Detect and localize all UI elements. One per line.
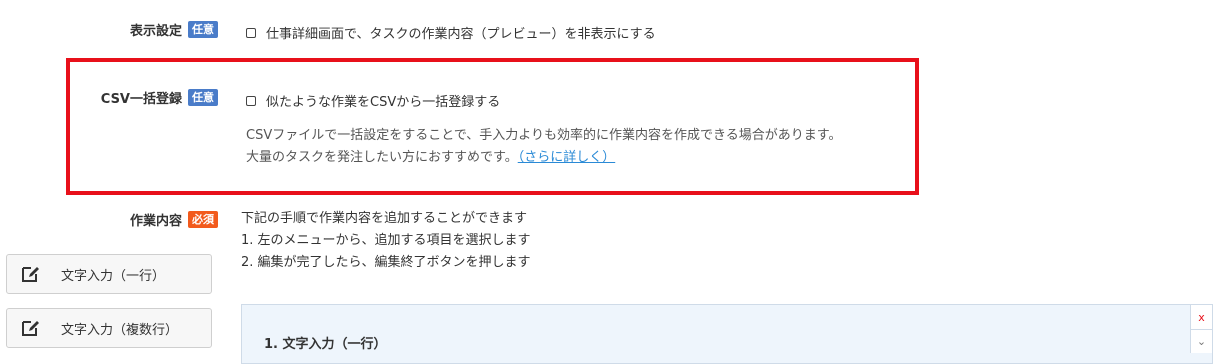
work-content-label-group: 作業内容 必須 (130, 210, 218, 229)
work-content-label: 作業内容 (129, 214, 182, 229)
csv-bulk-description-line1: CSVファイルで一括設定をすることで、手入力よりも効率的に作業内容を作成できる場… (246, 128, 842, 143)
csv-bulk-description: CSVファイルで一括設定をすることで、手入力よりも効率的に作業内容を作成できる場… (246, 125, 842, 169)
display-setting-label-group: 表示設定 任意 (130, 20, 218, 39)
display-setting-label: 表示設定 (129, 24, 182, 39)
csv-bulk-description-line2: 大量のタスクを発注したい方におすすめです。（さらに詳しく） (246, 147, 842, 169)
text-field-editor-panel[interactable]: 1. 文字入力（一行） x ⌄ (241, 304, 1213, 364)
side-menu-item-label: 文字入力（複数行） (61, 322, 179, 338)
delete-item-button[interactable]: x (1190, 305, 1212, 329)
optional-badge: 任意 (188, 21, 218, 38)
add-single-line-text-button[interactable]: 文字入力（一行） (6, 254, 212, 294)
side-menu-item-label: 文字入力（一行） (61, 268, 166, 284)
csv-bulk-checkbox[interactable] (246, 95, 256, 106)
instruction-line: 1. 左のメニューから、追加する項目を選択します (241, 233, 531, 248)
hide-preview-checkbox[interactable] (246, 27, 256, 38)
edit-icon (21, 265, 41, 283)
csv-bulk-label-group: CSV一括登録 任意 (101, 88, 218, 107)
hide-preview-checkbox-label: 仕事詳細画面で、タスクの作業内容（プレビュー）を非表示にする (266, 27, 656, 42)
panel-title: 1. 文字入力（一行） (264, 337, 387, 352)
more-details-link[interactable]: （さらに詳しく） (518, 150, 616, 165)
csv-bulk-description-line2-text: 大量のタスクを発注したい方におすすめです。 (246, 150, 518, 165)
work-content-instructions: 下記の手順で作業内容を追加することができます 1. 左のメニューから、追加する項… (241, 208, 531, 274)
instruction-line: 下記の手順で作業内容を追加することができます (241, 211, 528, 226)
csv-bulk-option[interactable]: 似たような作業をCSVから一括登録する (246, 91, 500, 110)
edit-icon (21, 319, 41, 337)
hide-preview-option[interactable]: 仕事詳細画面で、タスクの作業内容（プレビュー）を非表示にする (246, 23, 656, 42)
required-badge: 必須 (188, 211, 218, 228)
add-multi-line-text-button[interactable]: 文字入力（複数行） (6, 308, 212, 348)
csv-bulk-label: CSV一括登録 (100, 92, 182, 107)
csv-bulk-checkbox-label: 似たような作業をCSVから一括登録する (266, 95, 501, 110)
collapse-item-button[interactable]: ⌄ (1190, 329, 1212, 353)
optional-badge: 任意 (188, 89, 218, 106)
instruction-line: 2. 編集が完了したら、編集終了ボタンを押します (241, 255, 531, 270)
